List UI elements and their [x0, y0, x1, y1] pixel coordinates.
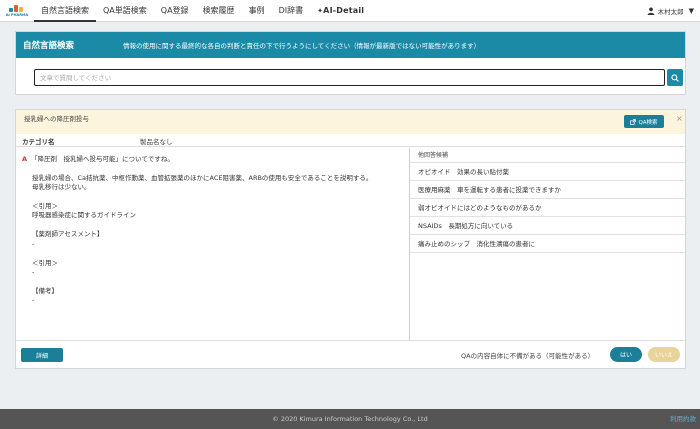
tab-qa-register[interactable]: QA登録: [154, 0, 196, 22]
user-menu[interactable]: 木村太郎 ▼: [647, 0, 694, 22]
copyright-text: © 2020 Kimura Information Technology Co.…: [272, 415, 428, 423]
ai-detail-label: AI-Detail: [323, 5, 365, 15]
reference-text-2: -: [32, 267, 35, 276]
tab-natural-language-search[interactable]: 自然言語検索: [34, 0, 96, 22]
answer-body: A 「降圧剤 授乳婦へ投与可能」についてですね。 授乳婦の場合、Ca拮抗薬、中枢作…: [16, 148, 409, 340]
user-name: 木村太郎: [657, 8, 684, 16]
close-icon[interactable]: ×: [676, 114, 683, 123]
pharmacist-assessment-value: -: [32, 239, 35, 248]
detail-button[interactable]: 詳細: [21, 348, 63, 362]
category-row: カテゴリ名 製品名なし: [16, 134, 685, 147]
search-button[interactable]: [667, 69, 683, 86]
top-navigation: AI PHARMA 自然言語検索 QA単語検索 QA登録 検索履歴 事例 DI辞…: [0, 0, 700, 22]
reference-heading-2: ＜引用＞: [32, 258, 58, 267]
reference-text: 呼吸器感染症に関するガイドライン: [32, 211, 136, 220]
tab-search-history[interactable]: 検索履歴: [196, 0, 242, 22]
result-footer: 詳細 QAの内容自体に不備がある（可能性がある） はい いいえ: [16, 340, 685, 368]
logo-text: AI PHARMA: [5, 13, 29, 17]
terms-link[interactable]: 利用約款: [670, 409, 696, 429]
candidates-title: 他回答候補: [410, 148, 685, 163]
result-header: 授乳婦への降圧剤投与 QA検索 ×: [16, 110, 685, 134]
external-link-icon: [630, 118, 637, 125]
qa-search-label: QA検索: [638, 119, 658, 126]
candidate-item[interactable]: 痛み止めのシップ 消化性潰瘍の患者に: [410, 235, 685, 253]
answer-headline: 「降圧剤 授乳婦へ投与可能」についてですね。: [31, 155, 174, 163]
no-button[interactable]: いいえ: [648, 347, 680, 362]
candidate-item[interactable]: 医療用麻薬 車を運転する患者に投薬できますか: [410, 181, 685, 199]
answer-text: 授乳婦の場合、Ca拮抗薬、中枢作動薬、血管拡張薬のほかにACE阻害薬、ARBの使…: [32, 174, 373, 183]
person-icon: [647, 7, 654, 15]
candidate-item[interactable]: オピオイド 効果の長い貼付薬: [410, 163, 685, 181]
tab-ai-detail[interactable]: ✦AI-Detail: [310, 0, 371, 22]
other-candidates: 他回答候補 オピオイド 効果の長い貼付薬 医療用麻薬 車を運転する患者に投薬でき…: [410, 148, 685, 253]
app-logo[interactable]: AI PHARMA: [0, 0, 34, 22]
tab-di-dictionary[interactable]: DI辞書: [272, 0, 311, 22]
search-header: 自然言語検索 情報の使用に関する最終的な各自の判断と責任の下で行うようにしてくだ…: [16, 32, 685, 58]
reference-heading: ＜引用＞: [32, 202, 58, 211]
search-bar: [34, 69, 683, 86]
answer-marker: A: [22, 155, 28, 163]
page-footer: © 2020 Kimura Information Technology Co.…: [0, 409, 700, 429]
search-icon: [671, 73, 679, 82]
result-panel: 授乳婦への降圧剤投与 QA検索 × カテゴリ名 製品名なし A 「降圧剤 授乳婦へ…: [15, 109, 686, 369]
question-input[interactable]: [34, 69, 665, 86]
yes-button[interactable]: はい: [610, 347, 642, 362]
candidate-item[interactable]: NSAIDs 長期処方に向いている: [410, 217, 685, 235]
pharmacist-assessment-heading: 【薬剤師アセスメント】: [32, 230, 104, 239]
logo-mark-icon: [9, 4, 25, 12]
qa-search-button[interactable]: QA検索: [624, 115, 664, 128]
category-value: 製品名なし: [140, 138, 173, 146]
tab-qa-word-search[interactable]: QA単語検索: [96, 0, 154, 22]
feedback-question: QAの内容自体に不備がある（可能性がある）: [461, 352, 595, 360]
answer-text-2: 母乳移行は少ない。: [32, 183, 91, 192]
remarks-value: -: [32, 295, 35, 304]
caret-down-icon: ▼: [688, 7, 694, 15]
tab-cases[interactable]: 事例: [242, 0, 272, 22]
search-title: 自然言語検索: [23, 41, 75, 51]
query-text: 授乳婦への降圧剤投与: [24, 115, 89, 123]
remarks-heading: 【備考】: [32, 286, 58, 295]
disclaimer-note: 情報の使用に関する最終的な各自の判断と責任の下で行うようにしてください（情報が最…: [123, 42, 481, 50]
candidate-item[interactable]: 弱オピオイドにはどのようなものがあるか: [410, 199, 685, 217]
category-label: カテゴリ名: [22, 138, 55, 146]
